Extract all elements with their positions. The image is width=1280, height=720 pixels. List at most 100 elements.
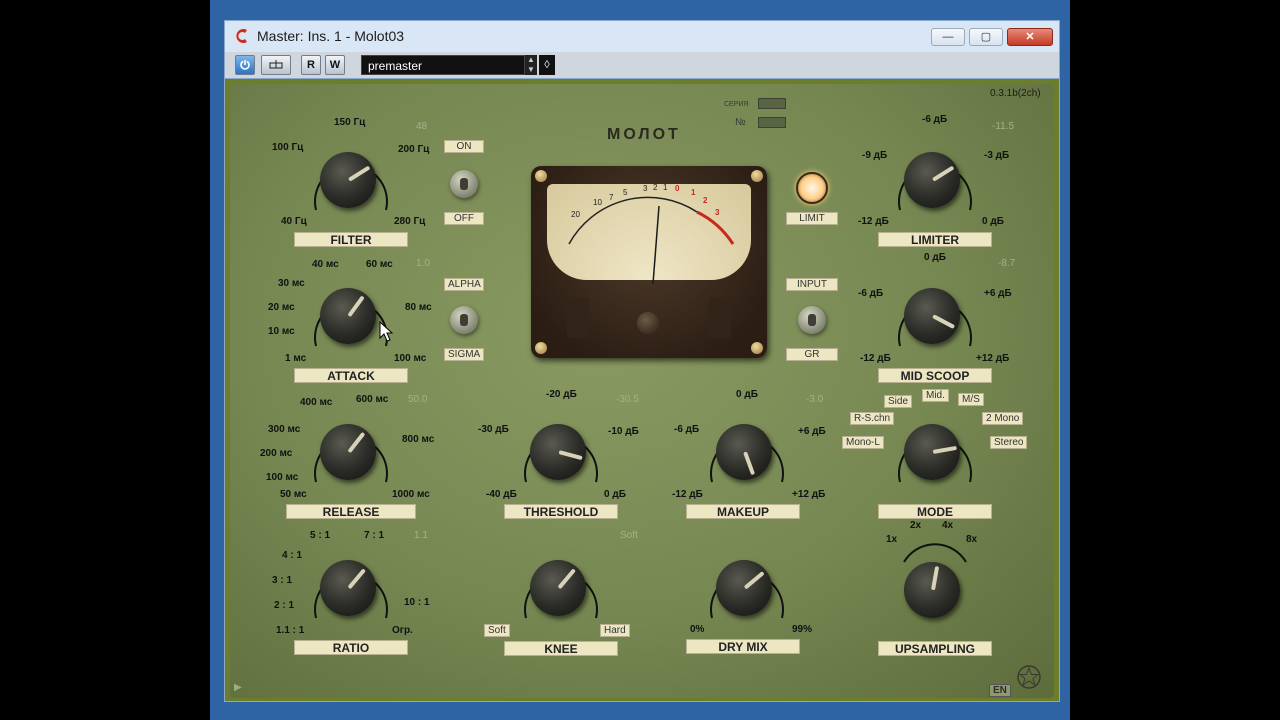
knee-hard-plate[interactable]: Hard [600,624,630,637]
meter-tick-5: 5 [623,188,628,197]
makeup-knob[interactable] [716,424,772,480]
mode-stereo[interactable]: Stereo [990,436,1028,449]
mode-mid[interactable]: Mid. [922,389,949,402]
version-label: 0.3.1b(2ch) [990,88,1041,99]
limiter-label-m6: -6 дБ [922,114,948,125]
limit-plate: LIMIT [786,212,838,225]
language-button[interactable]: EN [989,684,1011,697]
knee-nameplate: KNEE [504,641,618,656]
read-automation-button[interactable]: R [301,55,321,75]
filter-label-40: 40 Гц [281,216,307,227]
limiter-knob[interactable] [904,152,960,208]
mode-nameplate: MODE [878,504,992,519]
bypass-icon [269,60,283,69]
ratio-label-3: 3 : 1 [272,575,293,586]
meter-slot-right [709,298,731,338]
power-button[interactable] [235,55,255,75]
meter-tick-7: 7 [609,193,614,202]
upsampling-label-1x: 1x [886,534,898,545]
preset-spinner[interactable]: ▲ ▼ [525,55,537,75]
on-off-toggle[interactable] [450,170,478,198]
threshold-nameplate: THRESHOLD [504,504,618,519]
title-bar[interactable]: Master: Ins. 1 - Molot03 — ▢ ✕ [224,20,1060,52]
upsampling-label-8x: 8x [966,534,978,545]
release-label-100: 100 мс [266,472,299,483]
midscoop-label-m6: -6 дБ [858,288,884,299]
meter-tick-0: 0 [675,184,680,193]
screw-icon [751,170,763,182]
drymix-knob[interactable] [716,560,772,616]
attack-nameplate: ATTACK [294,368,408,383]
attack-label-1: 1 мс [285,353,307,364]
midscoop-knob[interactable] [904,288,960,344]
maximize-button[interactable]: ▢ [969,28,1003,46]
mode-ms[interactable]: M/S [958,393,984,406]
bypass-button[interactable] [261,55,291,75]
alpha-sigma-toggle[interactable] [450,306,478,334]
ratio-readout: 1.1 [414,530,428,541]
threshold-knob-pointer [558,450,583,461]
attack-label-60: 60 мс [366,259,393,270]
write-automation-button[interactable]: W [325,55,345,75]
window-title: Master: Ins. 1 - Molot03 [257,28,405,44]
ratio-knob[interactable] [320,560,376,616]
off-plate: OFF [444,212,484,225]
mode-mono-l[interactable]: Mono-L [842,436,884,449]
knee-knob-pointer [557,568,576,590]
screw-icon [535,170,547,182]
meter-tick-plus1: 1 [691,188,696,197]
threshold-label-20: -20 дБ [546,389,577,400]
knee-readout: Soft [620,530,638,541]
filter-label-200: 200 Гц [398,144,430,155]
meter-scale [568,196,735,284]
close-button[interactable]: ✕ [1007,28,1053,46]
ratio-label-7: 7 : 1 [364,530,385,541]
threshold-knob[interactable] [530,424,586,480]
meter-tick-20: 20 [571,210,580,219]
ratio-label-limit: Огр. [392,625,413,636]
number-label: № [735,117,746,128]
mode-side[interactable]: Side [884,395,913,408]
meter-tick-3: 3 [643,184,648,193]
minimize-button[interactable]: — [931,28,965,46]
limiter-label-m12: -12 дБ [858,216,889,227]
mode-knob[interactable] [904,424,960,480]
molot-faceplate: 0.3.1b(2ch) МОЛОТ СЕРИЯ № 40 Гц 100 Гц 1… [230,84,1054,698]
preset-field[interactable]: premaster [361,55,525,75]
ratio-knob-pointer [347,568,366,590]
attack-label-30: 30 мс [278,278,305,289]
ratio-label-4: 4 : 1 [282,550,303,561]
brand-title: МОЛОТ [607,126,681,143]
filter-readout: 48 [416,121,428,132]
preset-menu-button[interactable]: ◊ [539,55,555,75]
meter-tick-2: 2 [653,183,658,192]
upsampling-knob[interactable] [904,562,960,618]
knee-knob[interactable] [530,560,586,616]
ratio-label-5: 5 : 1 [310,530,331,541]
input-plate: INPUT [786,278,838,291]
midscoop-label-p6: +6 дБ [984,288,1012,299]
input-gr-toggle[interactable] [798,306,826,334]
attack-label-40: 40 мс [312,259,339,270]
midscoop-readout: -8.7 [998,258,1016,269]
limiter-knob-pointer [931,165,955,182]
release-readout: 50.0 [408,394,428,405]
filter-label-280: 280 Гц [394,216,426,227]
threshold-readout: -30.5 [616,394,639,405]
attack-label-100: 100 мс [394,353,427,364]
knee-soft-plate[interactable]: Soft [484,624,510,637]
mode-2mono[interactable]: 2 Mono [982,412,1024,425]
ratio-label-10: 10 : 1 [404,597,430,608]
mode-r-s-chn[interactable]: R-S.chn [850,412,895,425]
release-label-600: 600 мс [356,394,389,405]
attack-knob[interactable] [320,288,376,344]
makeup-nameplate: MAKEUP [686,504,800,519]
midscoop-knob-pointer [932,314,956,330]
expand-arrow-icon[interactable]: ▶ [234,682,242,693]
release-label-300: 300 мс [268,424,301,435]
threshold-label-40: -40 дБ [486,489,517,500]
limit-lamp [796,172,828,204]
meter-zero-adjust[interactable] [637,312,659,334]
filter-knob[interactable] [320,152,376,208]
release-knob[interactable] [320,424,376,480]
